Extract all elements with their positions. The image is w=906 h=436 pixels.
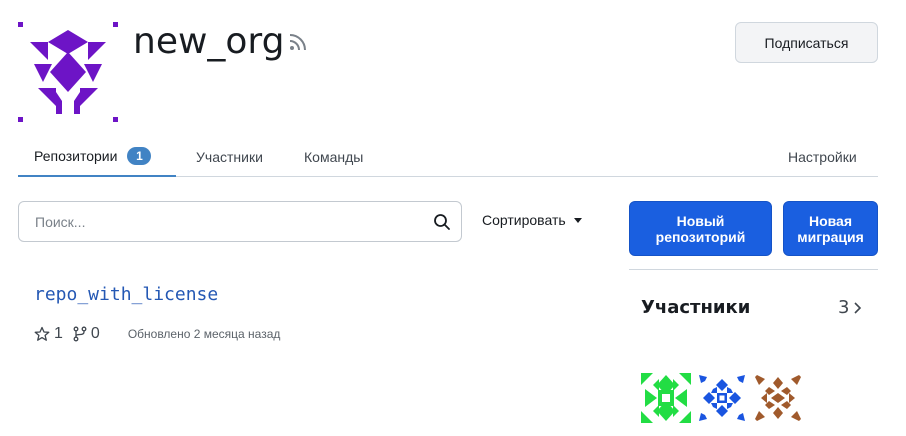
tab-teams[interactable]: Команды xyxy=(304,136,363,177)
repo-count-badge: 1 xyxy=(127,146,152,165)
org-avatar-icon[interactable] xyxy=(18,22,118,122)
member-avatar-green[interactable] xyxy=(641,373,691,423)
star-count: 1 xyxy=(54,325,63,342)
tab-settings[interactable]: Настройки xyxy=(788,136,857,177)
chevron-right-icon xyxy=(854,301,862,314)
sort-dropdown[interactable]: Сортировать xyxy=(482,212,582,228)
members-count-link[interactable]: 3 xyxy=(838,297,863,318)
members-count: 3 xyxy=(838,297,850,318)
member-avatar-brown[interactable] xyxy=(753,373,803,423)
sidebar-divider xyxy=(629,269,878,270)
org-tabs: Репозитории 1 Участники Команды Настройк… xyxy=(18,136,878,177)
search-box xyxy=(18,201,462,242)
tab-repositories-label: Репозитории xyxy=(34,147,118,164)
new-migration-button[interactable]: Новая миграция xyxy=(783,201,878,256)
repo-link[interactable]: repo_with_license xyxy=(34,284,218,305)
search-icon[interactable] xyxy=(433,213,451,231)
repo-meta: 1 0 Обновлено 2 месяца назад xyxy=(34,325,280,343)
org-name: new_org xyxy=(133,21,285,62)
repo-updated-time: Обновлено 2 месяца назад xyxy=(127,327,281,341)
fork-icon xyxy=(73,326,87,342)
caret-down-icon xyxy=(573,217,582,223)
sort-label: Сортировать xyxy=(482,212,566,228)
members-title: Участники xyxy=(641,297,751,318)
follow-button[interactable]: Подписаться xyxy=(735,22,878,63)
search-input[interactable] xyxy=(19,202,419,241)
member-avatar-blue[interactable] xyxy=(697,373,747,423)
tab-repositories[interactable]: Репозитории 1 xyxy=(18,136,176,177)
star-icon xyxy=(34,326,50,341)
rss-icon[interactable] xyxy=(288,32,308,52)
tab-members[interactable]: Участники xyxy=(196,136,263,177)
new-repository-button[interactable]: Новый репозиторий xyxy=(629,201,772,256)
fork-count: 0 xyxy=(90,325,100,342)
